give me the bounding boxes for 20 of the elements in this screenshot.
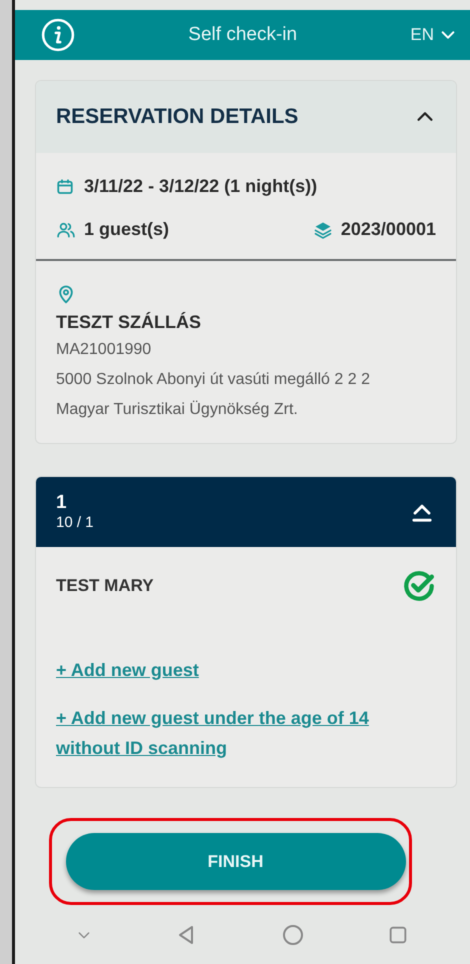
add-guest-link[interactable]: + Add new guest under the age of 14 without ID scanning <box>56 703 436 763</box>
info-icon[interactable] <box>41 18 75 52</box>
room-title: 1 <box>56 492 68 514</box>
operator-name: Magyar Turisztikai Ügynökség Zrt. <box>56 400 299 420</box>
calendar-icon <box>56 178 74 196</box>
property-name: TESZT SZÁLLÁS <box>56 311 202 334</box>
finish-button[interactable]: FINISH <box>66 833 406 890</box>
reservation-number: 2023/00001 <box>340 218 436 241</box>
section-title: RESERVATION DETAILS <box>56 104 298 130</box>
add-guest-link[interactable]: + Add new guest <box>56 655 436 685</box>
guest-name: TEST MARY <box>56 575 154 598</box>
room-subtitle: 10 / 1 <box>56 514 94 532</box>
layers-icon <box>312 220 333 240</box>
property-address: 5000 Szolnok Abonyi út vasúti megálló 2 2 2 <box>56 370 371 390</box>
language-selector[interactable]: EN <box>410 22 456 48</box>
home-icon[interactable] <box>280 923 305 947</box>
property-code: MA21001990 <box>56 340 152 360</box>
guest-count: 1 guest(s) <box>84 218 170 241</box>
screen-title: Self check-in <box>187 22 298 47</box>
reservation-dates: 3/11/22 - 3/12/22 (1 night(s)) <box>84 175 318 198</box>
